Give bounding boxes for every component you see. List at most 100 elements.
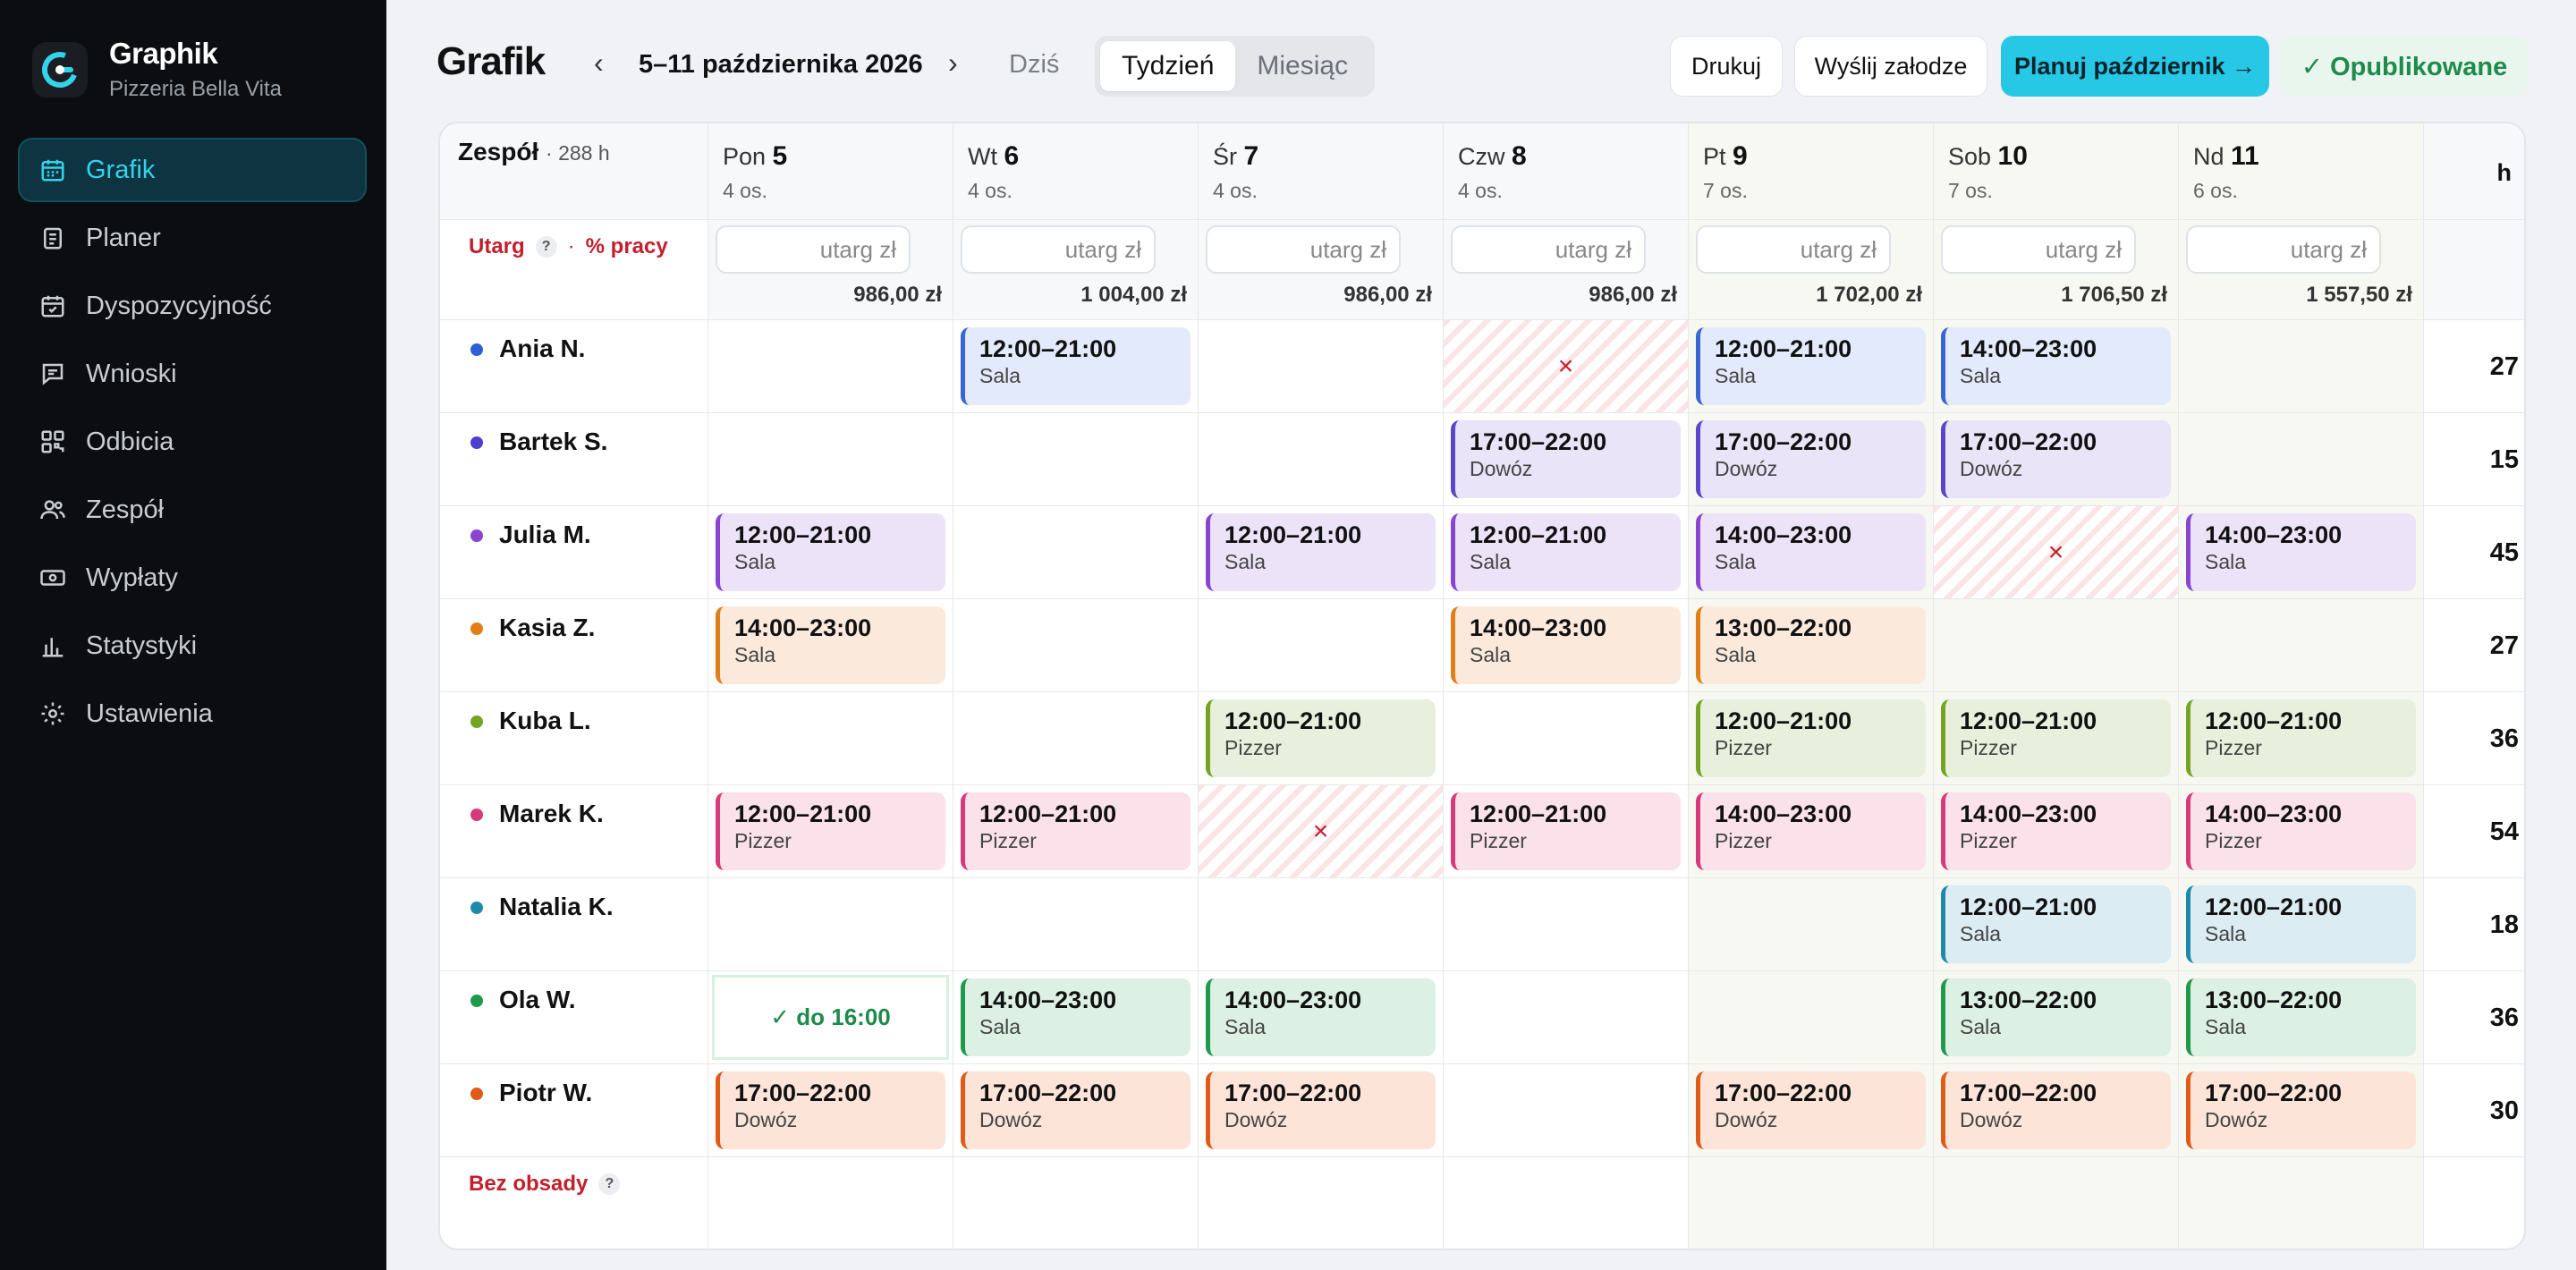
employee-row-header[interactable]: Julia M. bbox=[440, 506, 708, 599]
employee-row-header[interactable]: Kuba L. bbox=[440, 692, 708, 785]
schedule-cell[interactable] bbox=[708, 692, 953, 785]
day-header[interactable]: Sob 10 7 os. bbox=[1934, 123, 2179, 220]
schedule-cell[interactable] bbox=[708, 413, 953, 506]
employee-row-header[interactable]: Bartek S. bbox=[440, 413, 708, 506]
schedule-cell[interactable]: 17:00–22:00 Dowóz bbox=[1199, 1064, 1444, 1157]
shift-card[interactable]: 12:00–21:00 Sala bbox=[2186, 885, 2416, 963]
schedule-cell[interactable] bbox=[2179, 413, 2424, 506]
schedule-cell[interactable] bbox=[953, 692, 1199, 785]
shift-card[interactable]: 12:00–21:00 Pizzer bbox=[961, 792, 1191, 870]
today-button[interactable]: Dziś bbox=[1009, 50, 1059, 80]
send-to-crew-button[interactable]: Wyślij załodze bbox=[1794, 36, 1987, 97]
employee-row-header[interactable]: Natalia K. bbox=[440, 878, 708, 971]
schedule-cell[interactable]: 13:00–22:00 Sala bbox=[1934, 971, 2179, 1064]
day-header[interactable]: Pon 54 os. bbox=[708, 123, 953, 220]
sidebar-item-ustawienia[interactable]: Ustawienia bbox=[18, 682, 367, 746]
sidebar-item-odbicia[interactable]: Odbicia bbox=[18, 410, 367, 474]
availability-note[interactable]: ✓ do 16:00 bbox=[712, 975, 949, 1060]
sidebar-item-grafik[interactable]: Grafik bbox=[18, 138, 367, 202]
sidebar-item-wnioski[interactable]: Wnioski bbox=[18, 342, 367, 406]
schedule-cell[interactable]: 14:00–23:00 Pizzer bbox=[1689, 785, 1934, 878]
shift-card[interactable]: 14:00–23:00 Pizzer bbox=[2186, 792, 2416, 870]
shift-card[interactable]: 17:00–22:00 Dowóz bbox=[1696, 1071, 1926, 1149]
schedule-cell[interactable] bbox=[953, 599, 1199, 692]
shift-card[interactable]: 12:00–21:00 Sala bbox=[1206, 513, 1436, 591]
unassigned-cell[interactable] bbox=[2179, 1157, 2424, 1249]
schedule-cell[interactable]: 14:00–23:00 Sala bbox=[708, 599, 953, 692]
schedule-cell[interactable]: 14:00–23:00 Sala bbox=[953, 971, 1199, 1064]
shift-card[interactable]: 14:00–23:00 Sala bbox=[1696, 513, 1926, 591]
schedule-cell[interactable]: 12:00–21:00 Sala bbox=[1444, 506, 1689, 599]
schedule-cell[interactable]: 12:00–21:00 Pizzer bbox=[1689, 692, 1934, 785]
employee-row-header[interactable]: Ania N. bbox=[440, 320, 708, 413]
shift-card[interactable]: 14:00–23:00 Sala bbox=[1451, 606, 1681, 684]
shift-card[interactable]: 17:00–22:00 Dowóz bbox=[1941, 420, 2171, 498]
shift-card[interactable]: 17:00–22:00 Dowóz bbox=[2186, 1071, 2416, 1149]
unassigned-cell[interactable] bbox=[1934, 1157, 2179, 1249]
schedule-cell[interactable]: × bbox=[1444, 320, 1689, 413]
shift-card[interactable]: 12:00–21:00 Pizzer bbox=[1696, 699, 1926, 777]
shift-card[interactable]: 12:00–21:00 Pizzer bbox=[1941, 699, 2171, 777]
shift-card[interactable]: 12:00–21:00 Sala bbox=[1941, 885, 2171, 963]
shift-card[interactable]: 17:00–22:00 Dowóz bbox=[716, 1071, 945, 1149]
shift-card[interactable]: 17:00–22:00 Dowóz bbox=[961, 1071, 1191, 1149]
revenue-input[interactable]: utarg zł bbox=[961, 225, 1156, 274]
day-header[interactable]: Wt 6 4 os. bbox=[953, 123, 1199, 220]
plan-month-button[interactable]: Planuj październik → bbox=[2001, 36, 2269, 97]
schedule-cell[interactable] bbox=[1199, 320, 1444, 413]
revenue-input[interactable]: utarg zł bbox=[1451, 225, 1646, 274]
view-month-tab[interactable]: Miesiąc bbox=[1235, 41, 1369, 91]
revenue-input[interactable]: utarg zł bbox=[716, 225, 911, 274]
prev-week-button[interactable]: ‹ bbox=[594, 47, 604, 80]
sidebar-item-statystyki[interactable]: Statystyki bbox=[18, 614, 367, 678]
schedule-cell[interactable] bbox=[953, 506, 1199, 599]
shift-card[interactable]: 14:00–23:00 Sala bbox=[961, 978, 1191, 1056]
schedule-cell[interactable] bbox=[953, 878, 1199, 971]
schedule-cell[interactable]: 17:00–22:00 Dowóz bbox=[1934, 413, 2179, 506]
shift-card[interactable]: 14:00–23:00 Pizzer bbox=[1696, 792, 1926, 870]
unassigned-cell[interactable] bbox=[708, 1157, 953, 1249]
shift-card[interactable]: 17:00–22:00 Dowóz bbox=[1206, 1071, 1436, 1149]
shift-card[interactable]: 12:00–21:00 Sala bbox=[716, 513, 945, 591]
shift-card[interactable]: 17:00–22:00 Dowóz bbox=[1451, 420, 1681, 498]
schedule-cell[interactable]: 12:00–21:00 Pizzer bbox=[1934, 692, 2179, 785]
schedule-cell[interactable]: × bbox=[1199, 785, 1444, 878]
schedule-cell[interactable] bbox=[1444, 878, 1689, 971]
shift-card[interactable]: 17:00–22:00 Dowóz bbox=[1941, 1071, 2171, 1149]
schedule-cell[interactable]: 14:00–23:00 Pizzer bbox=[1934, 785, 2179, 878]
revenue-help-icon[interactable]: ? bbox=[535, 236, 557, 258]
day-header[interactable]: Śr 7 4 os. bbox=[1199, 123, 1444, 220]
view-week-tab[interactable]: Tydzień bbox=[1100, 41, 1236, 91]
schedule-cell[interactable] bbox=[1199, 878, 1444, 971]
schedule-cell[interactable]: 12:00–21:00 Sala bbox=[1689, 320, 1934, 413]
print-button[interactable]: Drukuj bbox=[1670, 36, 1783, 97]
schedule-cell[interactable]: 17:00–22:00 Dowóz bbox=[1689, 413, 1934, 506]
schedule-cell[interactable]: 14:00–23:00 Sala bbox=[2179, 506, 2424, 599]
employee-row-header[interactable]: Kasia Z. bbox=[440, 599, 708, 692]
day-header[interactable]: Nd 11 6 os. bbox=[2179, 123, 2424, 220]
work-percent-label[interactable]: % pracy bbox=[586, 234, 668, 259]
schedule-cell[interactable] bbox=[1444, 1064, 1689, 1157]
shift-card[interactable]: 12:00–21:00 Sala bbox=[1451, 513, 1681, 591]
schedule-cell[interactable] bbox=[1444, 692, 1689, 785]
unassigned-help-icon[interactable]: ? bbox=[598, 1173, 621, 1195]
schedule-cell[interactable]: 14:00–23:00 Pizzer bbox=[2179, 785, 2424, 878]
schedule-cell[interactable]: 14:00–23:00 Sala bbox=[1689, 506, 1934, 599]
shift-card[interactable]: 14:00–23:00 Sala bbox=[1941, 327, 2171, 405]
schedule-cell[interactable]: 12:00–21:00 Sala bbox=[708, 506, 953, 599]
revenue-input[interactable]: utarg zł bbox=[2186, 225, 2381, 274]
day-header[interactable]: Czw 8 4 os. bbox=[1444, 123, 1689, 220]
sidebar-item-dyspozycyjno-[interactable]: Dyspozycyjność bbox=[18, 274, 367, 338]
schedule-cell[interactable]: 12:00–21:00 Sala bbox=[1934, 878, 2179, 971]
schedule-cell[interactable] bbox=[1689, 878, 1934, 971]
unassigned-cell[interactable] bbox=[1444, 1157, 1689, 1249]
schedule-cell[interactable] bbox=[1689, 971, 1934, 1064]
shift-card[interactable]: 13:00–22:00 Sala bbox=[2186, 978, 2416, 1056]
unassigned-cell[interactable] bbox=[1689, 1157, 1934, 1249]
employee-row-header[interactable]: Ola W. bbox=[440, 971, 708, 1064]
schedule-cell[interactable] bbox=[2179, 599, 2424, 692]
shift-card[interactable]: 13:00–22:00 Sala bbox=[1941, 978, 2171, 1056]
schedule-cell[interactable]: 17:00–22:00 Dowóz bbox=[1444, 413, 1689, 506]
shift-card[interactable]: 12:00–21:00 Pizzer bbox=[1206, 699, 1436, 777]
schedule-cell[interactable]: 17:00–22:00 Dowóz bbox=[708, 1064, 953, 1157]
